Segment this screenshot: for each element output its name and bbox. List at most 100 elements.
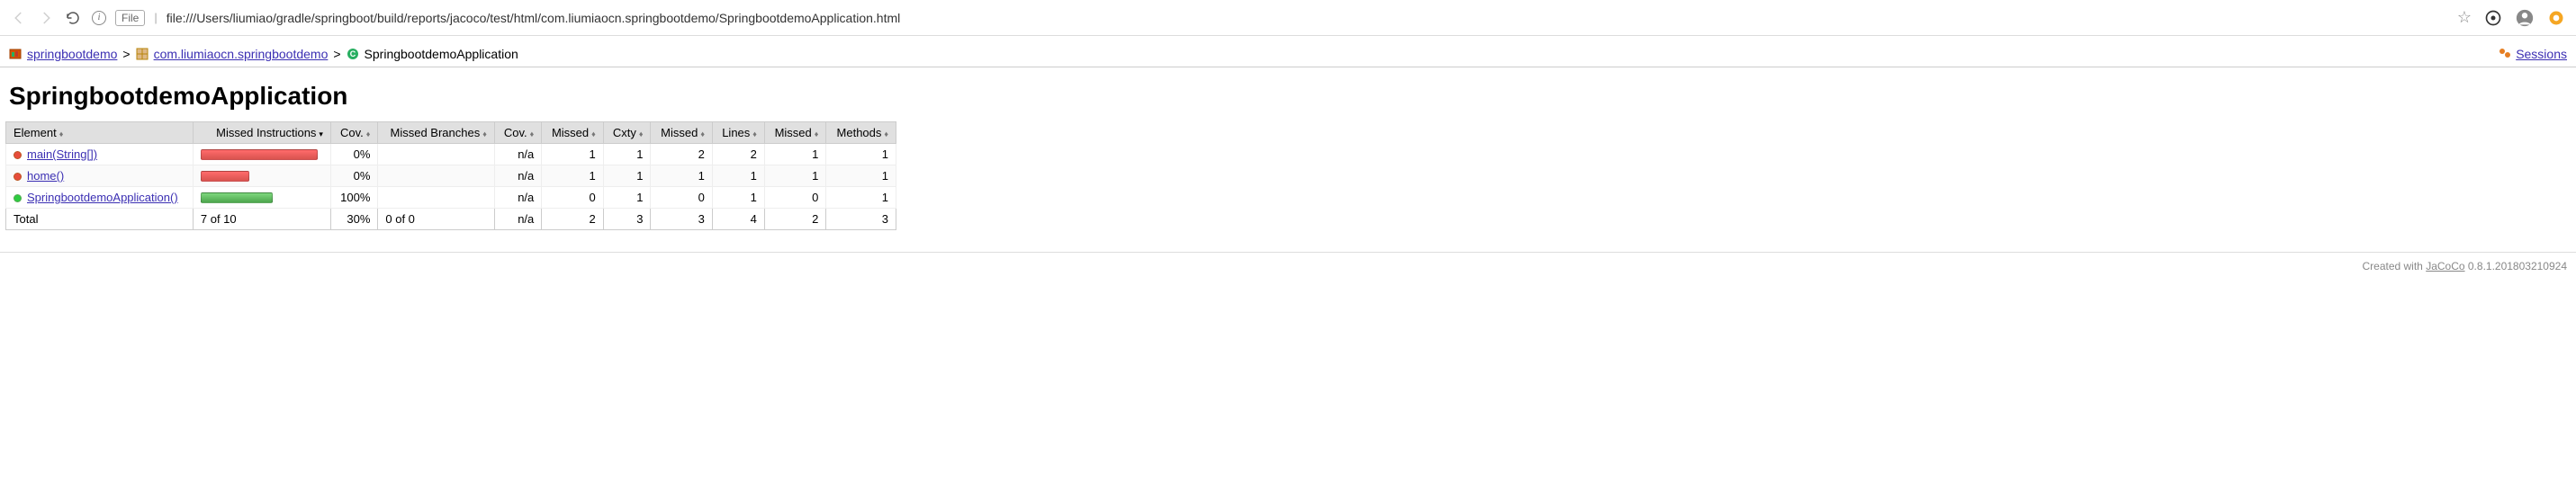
table-row: home()0%n/a111111 (6, 165, 896, 187)
cell-cxty: 1 (603, 144, 651, 165)
col-element[interactable]: Element♦ (6, 122, 194, 144)
browser-toolbar: i File | file:///Users/liumiao/gradle/sp… (0, 0, 2576, 36)
reload-button[interactable] (65, 10, 81, 26)
cell-m3: 0 (764, 187, 825, 209)
cell-methods: 1 (826, 144, 896, 165)
total-m1: 2 (542, 209, 603, 230)
forward-button[interactable] (38, 10, 54, 26)
total-methods: 3 (826, 209, 896, 230)
breadcrumb-separator: > (333, 47, 340, 61)
cell-bar (193, 165, 330, 187)
cell-bar (193, 144, 330, 165)
cell-cov2: n/a (494, 187, 541, 209)
total-cov2: n/a (494, 209, 541, 230)
col-lines[interactable]: Lines♦ (712, 122, 764, 144)
footer: Created with JaCoCo 0.8.1.201803210924 (0, 253, 2576, 280)
total-lines: 4 (712, 209, 764, 230)
col-missed-instructions[interactable]: Missed Instructions▾ (193, 122, 330, 144)
total-row: Total 7 of 10 30% 0 of 0 n/a 2 3 3 4 2 3 (6, 209, 896, 230)
method-link[interactable]: home() (27, 169, 64, 183)
arrow-right-icon (38, 10, 54, 26)
table-row: main(String[])0%n/a112211 (6, 144, 896, 165)
coverage-bar (201, 192, 273, 203)
footer-version: 0.8.1.201803210924 (2465, 260, 2567, 272)
reload-icon (65, 10, 81, 26)
cell-cov2: n/a (494, 144, 541, 165)
cell-element: SpringbootdemoApplication() (6, 187, 194, 209)
cell-bar (193, 187, 330, 209)
cell-m2: 0 (651, 187, 712, 209)
total-branches: 0 of 0 (378, 209, 494, 230)
method-status-dot-icon (14, 151, 22, 159)
extension-icon[interactable] (2484, 9, 2502, 27)
class-icon: C (347, 48, 359, 60)
total-label: Total (6, 209, 194, 230)
sessions-link-group: Sessions (2498, 47, 2567, 61)
total-cxty: 3 (603, 209, 651, 230)
cell-m2: 1 (651, 165, 712, 187)
breadcrumb-package-link[interactable]: com.liumiaocn.springbootdemo (154, 47, 329, 61)
bookmark-star-icon[interactable]: ☆ (2457, 8, 2472, 27)
col-missed2[interactable]: Missed♦ (651, 122, 712, 144)
footer-tool-link[interactable]: JaCoCo (2426, 260, 2464, 272)
col-missed3[interactable]: Missed♦ (764, 122, 825, 144)
breadcrumb-separator: > (122, 47, 130, 61)
cell-cov1: 0% (330, 165, 377, 187)
cell-m2: 2 (651, 144, 712, 165)
total-instr: 7 of 10 (193, 209, 330, 230)
total-cov1: 30% (330, 209, 377, 230)
cell-lines: 1 (712, 187, 764, 209)
url-text: file:///Users/liumiao/gradle/springboot/… (167, 11, 901, 25)
cell-cov2: n/a (494, 165, 541, 187)
cell-lines: 1 (712, 165, 764, 187)
info-icon: i (92, 11, 106, 25)
footer-prefix: Created with (2362, 260, 2426, 272)
cell-element: home() (6, 165, 194, 187)
method-link[interactable]: main(String[]) (27, 147, 97, 161)
profile-icon[interactable] (2515, 8, 2535, 28)
cell-branches (378, 187, 494, 209)
breadcrumb-bar: springbootdemo > com.liumiaocn.springboo… (0, 41, 2576, 67)
coverage-bar (201, 171, 249, 182)
sessions-icon (2498, 48, 2512, 61)
url-scheme-badge: File (115, 10, 145, 26)
cell-m1: 0 (542, 187, 603, 209)
col-cov2[interactable]: Cov.♦ (494, 122, 541, 144)
col-missed1[interactable]: Missed♦ (542, 122, 603, 144)
toolbar-right: ☆ (2457, 8, 2565, 28)
col-methods[interactable]: Methods♦ (826, 122, 896, 144)
breadcrumb: springbootdemo > com.liumiaocn.springboo… (9, 47, 518, 61)
package-icon (136, 48, 149, 60)
sessions-link[interactable]: Sessions (2516, 47, 2567, 61)
coverage-table: Element♦ Missed Instructions▾ Cov.♦ Miss… (5, 121, 896, 230)
svg-text:C: C (349, 49, 356, 58)
cell-m1: 1 (542, 144, 603, 165)
coverage-bar (201, 149, 318, 160)
cell-m1: 1 (542, 165, 603, 187)
app-icon[interactable] (2547, 9, 2565, 27)
breadcrumb-class-label: SpringbootdemoApplication (365, 47, 518, 61)
arrow-left-icon (11, 10, 27, 26)
cell-methods: 1 (826, 187, 896, 209)
total-m2: 3 (651, 209, 712, 230)
table-row: SpringbootdemoApplication()100%n/a010101 (6, 187, 896, 209)
page-title: SpringbootdemoApplication (9, 82, 2567, 111)
address-bar[interactable]: i File | file:///Users/liumiao/gradle/sp… (92, 10, 2446, 26)
cell-branches (378, 144, 494, 165)
cell-lines: 2 (712, 144, 764, 165)
method-status-dot-icon (14, 173, 22, 181)
cell-cov1: 0% (330, 144, 377, 165)
breadcrumb-root-link[interactable]: springbootdemo (27, 47, 117, 61)
col-missed-branches[interactable]: Missed Branches♦ (378, 122, 494, 144)
cell-branches (378, 165, 494, 187)
cell-methods: 1 (826, 165, 896, 187)
method-status-dot-icon (14, 194, 22, 202)
col-cov1[interactable]: Cov.♦ (330, 122, 377, 144)
back-button[interactable] (11, 10, 27, 26)
col-cxty[interactable]: Cxty♦ (603, 122, 651, 144)
total-m3: 2 (764, 209, 825, 230)
cell-element: main(String[]) (6, 144, 194, 165)
cell-cxty: 1 (603, 165, 651, 187)
method-link[interactable]: SpringbootdemoApplication() (27, 191, 178, 204)
url-separator: | (154, 11, 157, 24)
